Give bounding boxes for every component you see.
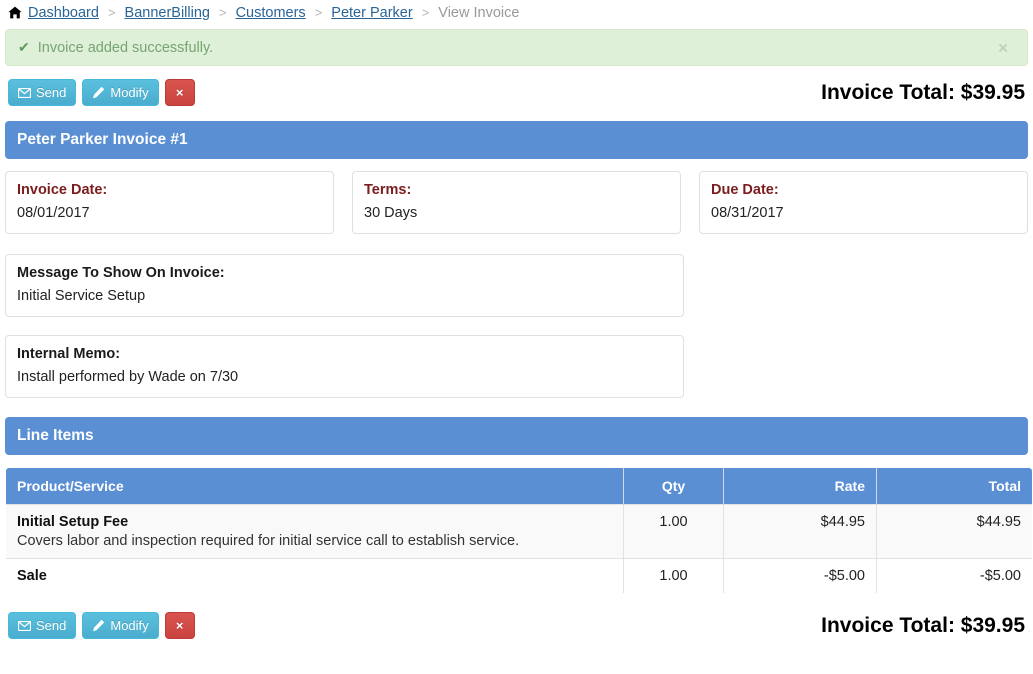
pencil-icon (92, 86, 105, 99)
column-header-qty: Qty (623, 468, 724, 505)
terms-box: Terms: 30 Days (352, 171, 681, 235)
line-items-panel-heading: Line Items (5, 417, 1028, 456)
check-icon: ✔ (18, 39, 30, 55)
envelope-icon (18, 87, 31, 98)
breadcrumb-separator: > (218, 5, 227, 20)
invoice-message-row: Message To Show On Invoice: Initial Serv… (0, 254, 1033, 318)
line-items-panel-title: Line Items (17, 427, 94, 445)
line-items-table-wrap: Product/Service Qty Rate Total Initial S… (0, 467, 1033, 595)
invoice-date-label: Invoice Date: (17, 182, 108, 198)
line-item-total: -$5.00 (876, 558, 1032, 594)
line-item-rate: $44.95 (723, 504, 877, 559)
breadcrumb-separator: > (421, 5, 430, 20)
send-button-top[interactable]: Send (8, 79, 77, 106)
internal-memo-box: Internal Memo: Install performed by Wade… (5, 335, 684, 399)
internal-memo-row: Internal Memo: Install performed by Wade… (0, 335, 1033, 399)
due-date-value: 08/31/2017 (711, 204, 784, 221)
line-item-name: Sale (17, 568, 47, 585)
invoice-total-bottom: Invoice Total: $39.95 (821, 613, 1025, 637)
action-button-group-bottom: Send Modify × (8, 612, 195, 640)
column-header-product: Product/Service (6, 468, 624, 505)
due-date-label: Due Date: (711, 182, 779, 198)
send-button-bottom[interactable]: Send (8, 612, 77, 640)
due-date-box: Due Date: 08/31/2017 (699, 171, 1028, 235)
modify-button-bottom[interactable]: Modify (82, 612, 159, 640)
line-item-qty: 1.00 (623, 558, 724, 594)
line-item-rate: -$5.00 (723, 558, 877, 594)
terms-value: 30 Days (364, 204, 418, 221)
breadcrumb-separator: > (314, 5, 323, 20)
pencil-icon (92, 619, 105, 632)
alert-message: Invoice added successfully. (37, 39, 214, 56)
times-icon: × (175, 618, 184, 634)
toolbar-top: Send Modify × Invoice Total: $39.95 (0, 79, 1033, 106)
table-header-row: Product/Service Qty Rate Total (6, 468, 1032, 505)
internal-memo-label: Internal Memo: (17, 346, 121, 363)
line-item-description: Covers labor and inspection required for… (17, 533, 520, 550)
modify-button-label: Modify (110, 85, 149, 100)
modify-button-label: Modify (110, 618, 149, 634)
home-icon (8, 6, 22, 19)
send-button-label: Send (36, 85, 67, 100)
invoice-date-box: Invoice Date: 08/01/2017 (5, 171, 334, 235)
invoice-message-value: Initial Service Setup (17, 287, 146, 304)
table-row: Sale 1.00 -$5.00 -$5.00 (6, 558, 1032, 594)
delete-button-bottom[interactable]: × (164, 612, 195, 640)
invoice-message-label: Message To Show On Invoice: (17, 265, 225, 282)
delete-button-top[interactable]: × (164, 79, 195, 106)
alert-close-button[interactable]: × (992, 38, 1014, 57)
internal-memo-value: Install performed by Wade on 7/30 (17, 368, 239, 385)
invoice-total-top: Invoice Total: $39.95 (821, 80, 1025, 104)
terms-label: Terms: (364, 182, 412, 198)
invoice-message-box: Message To Show On Invoice: Initial Serv… (5, 254, 684, 318)
table-row: Initial Setup Fee Covers labor and inspe… (6, 504, 1032, 559)
column-header-rate: Rate (723, 468, 877, 505)
column-header-total: Total (876, 468, 1032, 505)
breadcrumb: Dashboard > BannerBilling > Customers > … (0, 0, 1033, 25)
toolbar-bottom: Send Modify × Invoice Total: $39.95 (0, 612, 1033, 640)
line-item-total: $44.95 (876, 504, 1032, 559)
breadcrumb-item-dashboard[interactable]: Dashboard (28, 5, 99, 21)
line-item-qty: 1.00 (623, 504, 724, 559)
line-item-product-cell: Sale (6, 558, 624, 594)
invoice-date-value: 08/01/2017 (17, 204, 90, 221)
invoice-fields-row: Invoice Date: 08/01/2017 Terms: 30 Days … (0, 171, 1033, 235)
modify-button-top[interactable]: Modify (82, 79, 159, 106)
send-button-label: Send (36, 618, 67, 634)
line-item-product-cell: Initial Setup Fee Covers labor and inspe… (6, 504, 624, 559)
times-icon: × (175, 85, 184, 100)
action-button-group-top: Send Modify × (8, 79, 195, 106)
invoice-panel-title: Peter Parker Invoice #1 (17, 131, 188, 148)
breadcrumb-item-view-invoice: View Invoice (438, 4, 520, 21)
envelope-icon (18, 620, 31, 631)
breadcrumb-item-bannerbilling[interactable]: BannerBilling (125, 5, 210, 21)
invoice-panel-heading: Peter Parker Invoice #1 (5, 121, 1028, 159)
success-alert: ✔ Invoice added successfully. × (5, 29, 1028, 66)
line-items-table: Product/Service Qty Rate Total Initial S… (5, 467, 1033, 595)
breadcrumb-separator: > (107, 5, 116, 20)
breadcrumb-item-customers[interactable]: Customers (236, 5, 306, 21)
breadcrumb-item-peter-parker[interactable]: Peter Parker (331, 5, 412, 21)
line-item-name: Initial Setup Fee (17, 514, 129, 531)
